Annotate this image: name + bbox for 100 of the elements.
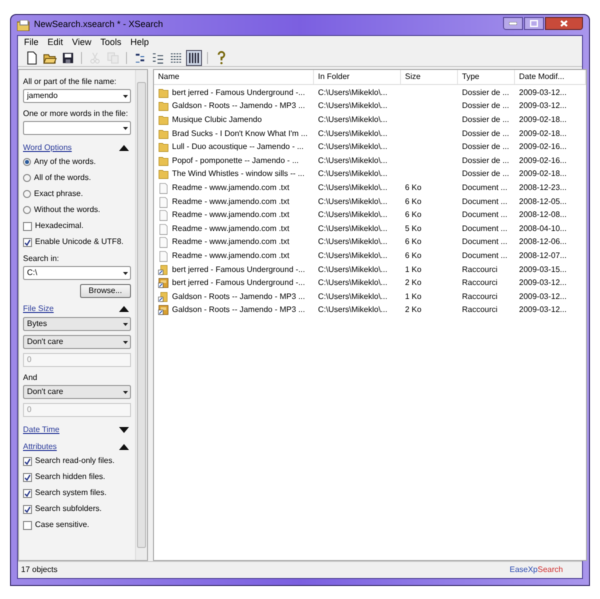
column-header[interactable]: Date Modif... <box>515 70 586 84</box>
dropdown-arrow-icon <box>123 272 128 274</box>
close-button[interactable] <box>545 16 583 30</box>
checkbox[interactable] <box>23 520 32 530</box>
checkbox[interactable] <box>23 472 32 482</box>
table-cell: 5 Ko <box>405 222 422 235</box>
collapse-arrow-icon[interactable] <box>119 444 129 450</box>
table-cell: 2008-12-06... <box>519 236 567 248</box>
table-cell: Readme - www.jamendo.com .txt <box>172 236 290 248</box>
table-cell: 2008-04-10... <box>519 222 567 235</box>
sort-icon <box>133 51 147 65</box>
column-header[interactable]: In Folder <box>314 70 401 84</box>
radio-label: Exact phrase. <box>34 188 83 200</box>
table-cell: Document ... <box>462 250 508 262</box>
checkbox[interactable] <box>23 238 32 246</box>
table-cell: 2008-12-05... <box>519 196 567 208</box>
table-cell: 2009-02-16... <box>519 141 567 154</box>
field-label: Search in: <box>23 253 60 264</box>
table-cell: Readme - www.jamendo.com .txt <box>172 209 290 222</box>
toolbar-button[interactable] <box>186 50 202 66</box>
checkbox-label: Search read-only files. <box>35 455 115 467</box>
column-header[interactable]: Size <box>401 70 458 84</box>
table-cell: Musique Clubic Jamendo <box>172 114 262 126</box>
toolbar-button[interactable] <box>60 50 76 66</box>
table-cell: Dossier de ... <box>462 86 510 99</box>
checkbox-label: Case sensitive. <box>35 519 90 531</box>
menu-item[interactable]: Edit <box>48 36 64 50</box>
minimize-button[interactable] <box>503 16 523 30</box>
checkbox-label: Hexadecimal. <box>35 220 84 232</box>
radio-button[interactable] <box>23 158 31 166</box>
table-cell: 2009-03-15... <box>519 264 567 276</box>
dropdown-field[interactable]: Don't care <box>23 385 131 399</box>
table-cell: C:\Users\Mikeklo\... <box>318 236 388 248</box>
shortcut-icon <box>158 290 169 303</box>
copy-icon <box>106 51 120 65</box>
document-icon <box>158 209 169 222</box>
table-cell: Brad Sucks - I Don't Know What I'm ... <box>172 128 308 140</box>
scrollbar[interactable] <box>135 70 147 560</box>
maximize-button[interactable] <box>524 16 544 30</box>
radio-label: Any of the words. <box>34 156 96 168</box>
brand-text: EaseXpSearch <box>510 564 563 576</box>
table-cell: Readme - www.jamendo.com .txt <box>172 196 290 208</box>
table-cell: Readme - www.jamendo.com .txt <box>172 182 290 194</box>
document-icon <box>158 250 169 262</box>
table-cell: C:\Users\Mikeklo\... <box>318 290 388 303</box>
table-cell: Readme - www.jamendo.com .txt <box>172 250 290 262</box>
document-icon <box>158 182 169 194</box>
menu-item[interactable]: Help <box>130 36 149 50</box>
dropdown-field[interactable]: Bytes <box>23 317 131 331</box>
section-link[interactable]: Date Time <box>23 424 60 436</box>
column-header[interactable]: Type <box>458 70 515 84</box>
table-cell: Readme - www.jamendo.com .txt <box>172 222 290 235</box>
section-link[interactable]: Word Options <box>23 142 72 154</box>
browse-button[interactable]: Browse... <box>80 284 131 298</box>
table-cell: C:\Users\Mikeklo\... <box>318 250 388 262</box>
checkbox[interactable] <box>23 488 32 498</box>
collapse-arrow-icon[interactable] <box>119 306 129 312</box>
table-cell: Dossier de ... <box>462 141 510 154</box>
table-cell: Dossier de ... <box>462 168 510 180</box>
folder-icon <box>158 114 169 126</box>
section-link[interactable]: File Size <box>23 302 54 314</box>
radio-button[interactable] <box>23 190 31 198</box>
radio-button[interactable] <box>23 174 31 182</box>
menu-item[interactable]: View <box>72 36 92 50</box>
table-cell: The Wind Whistles - window sills -- ... <box>172 168 304 180</box>
scissors-icon <box>88 51 102 65</box>
section-link[interactable]: Attributes <box>23 440 57 452</box>
maximize-icon <box>530 20 538 26</box>
table-cell: C:\Users\Mikeklo\... <box>318 114 388 126</box>
table-cell: 6 Ko <box>405 250 422 262</box>
dropdown-field[interactable]: C:\ <box>23 266 131 280</box>
table-cell: C:\Users\Mikeklo\... <box>318 264 388 276</box>
table-cell: 2008-12-08... <box>519 209 567 222</box>
table-cell: 6 Ko <box>405 209 422 222</box>
dropdown-field[interactable]: Don't care <box>23 335 131 349</box>
menu-item[interactable]: File <box>24 36 39 50</box>
collapse-arrow-icon[interactable] <box>119 144 129 150</box>
table-cell: 2009-03-12... <box>519 277 567 290</box>
expand-arrow-icon[interactable] <box>119 426 129 432</box>
column-header[interactable]: Name <box>154 70 314 84</box>
dropdown-field[interactable]: jamendo <box>23 89 131 103</box>
field-label: One or more words in the file: <box>23 108 129 119</box>
menu-item[interactable]: Tools <box>100 36 122 50</box>
checkbox[interactable] <box>23 456 32 466</box>
table-cell: C:\Users\Mikeklo\... <box>318 168 388 180</box>
folder-icon <box>158 128 169 140</box>
document-icon <box>158 222 169 235</box>
table-cell: Raccourci <box>462 264 498 276</box>
radio-button[interactable] <box>23 206 31 214</box>
table-cell: 2 Ko <box>405 277 422 290</box>
table-cell: Lull - Duo acoustique -- Jamendo - ... <box>172 141 304 154</box>
table-cell: 2009-03-12... <box>519 86 567 99</box>
table-cell: Dossier de ... <box>462 100 510 112</box>
table-cell: 2009-02-18... <box>519 128 567 140</box>
table-cell: bert jerred - Famous Underground -... <box>172 277 305 290</box>
details-view-icon <box>169 51 183 65</box>
checkbox[interactable] <box>23 222 32 230</box>
columns-view-icon <box>187 51 201 65</box>
dropdown-field[interactable] <box>23 121 131 135</box>
checkbox[interactable] <box>23 504 32 514</box>
